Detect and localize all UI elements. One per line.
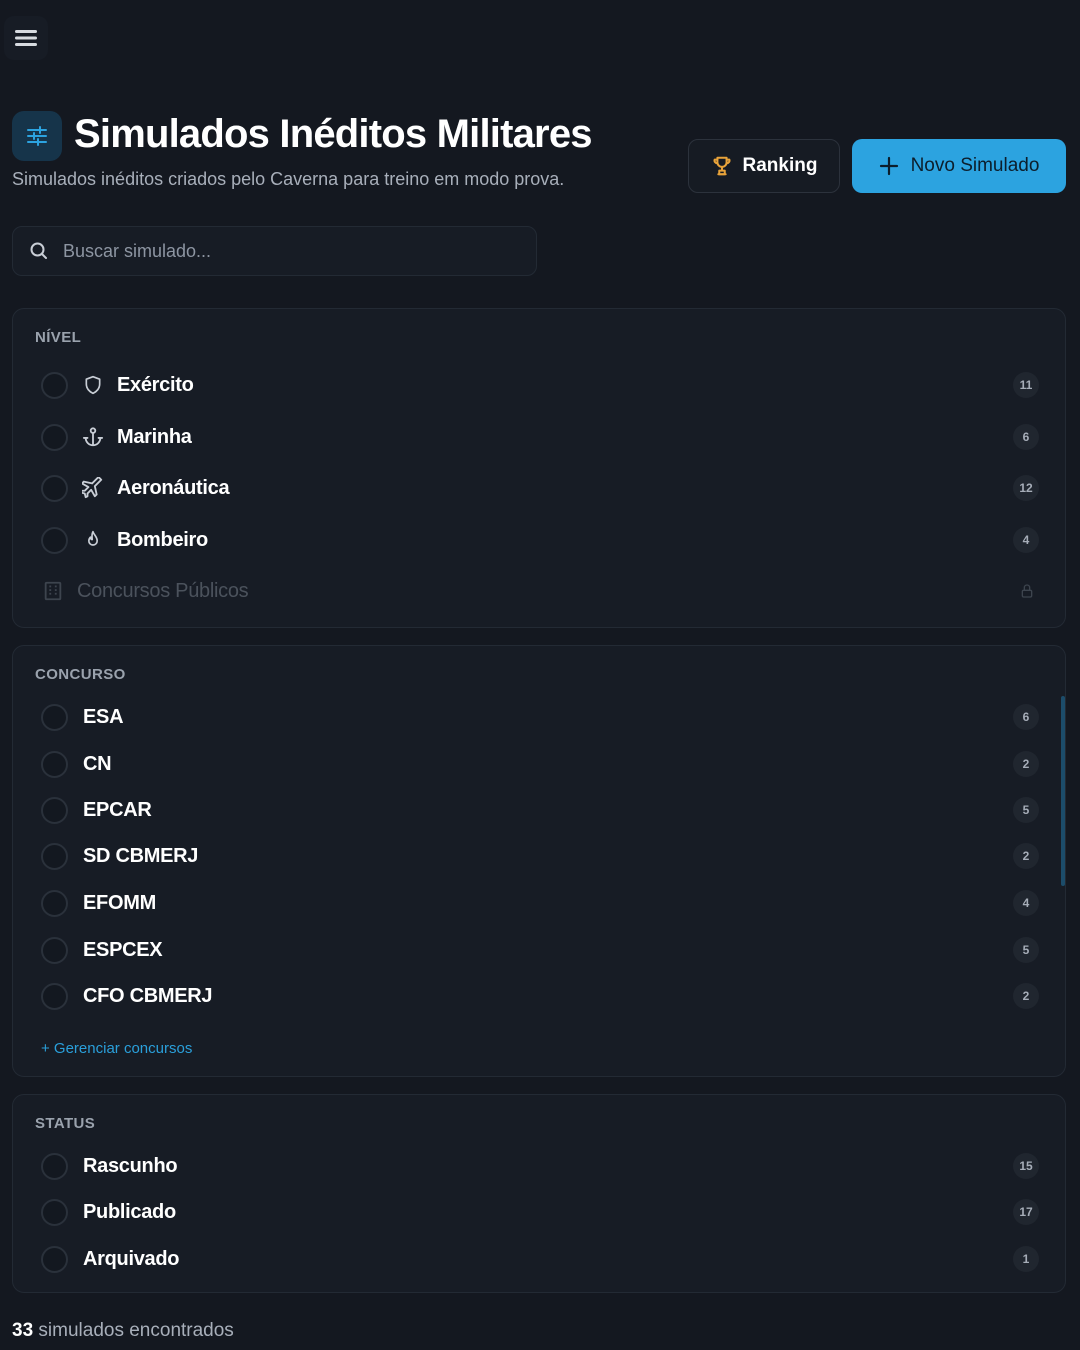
concurso-item[interactable]: EFOMM 4 [13, 883, 1065, 923]
concurso-filter-card: CONCURSO ESA 6 CN 2 EPCAR 5 SD CBMERJ 2 … [12, 645, 1066, 1077]
plane-icon [81, 476, 105, 500]
results-summary: 33 simulados encontrados [12, 1320, 234, 1342]
page-subtitle: Simulados inéditos criados pelo Caverna … [12, 169, 565, 189]
count-badge: 1 [1013, 1246, 1039, 1272]
concurso-item[interactable]: CFO CBMERJ 2 [13, 976, 1065, 1016]
count-badge: 6 [1013, 424, 1039, 450]
count-badge: 12 [1013, 475, 1039, 501]
manage-concursos-link[interactable]: + Gerenciar concursos [41, 1040, 192, 1057]
count-badge: 15 [1013, 1153, 1039, 1179]
count-badge: 6 [1013, 704, 1039, 730]
radio[interactable] [41, 526, 68, 554]
concurso-item[interactable]: ESA 6 [13, 697, 1065, 737]
status-item[interactable]: Publicado 17 [13, 1192, 1065, 1232]
radio[interactable] [41, 889, 68, 917]
radio[interactable] [41, 936, 68, 964]
radio[interactable] [41, 842, 68, 870]
concurso-item[interactable]: EPCAR 5 [13, 790, 1065, 830]
flame-icon [81, 528, 105, 552]
concurso-item-label: EFOMM [83, 891, 156, 914]
count-badge: 2 [1013, 983, 1039, 1009]
new-simulado-button[interactable]: Novo Simulado [852, 139, 1066, 193]
concurso-item-label: EPCAR [83, 798, 152, 821]
building-icon [41, 579, 65, 603]
nivel-item-aeronautica[interactable]: Aeronáutica 12 [13, 468, 1065, 508]
concurso-item-label: ESA [83, 705, 124, 728]
radio[interactable] [41, 1198, 68, 1226]
count-badge: 5 [1013, 937, 1039, 963]
radio[interactable] [41, 796, 68, 824]
radio[interactable] [41, 703, 68, 731]
status-filter-card: STATUS Rascunho 15 Publicado 17 Arquivad… [12, 1094, 1066, 1293]
count-badge: 17 [1013, 1199, 1039, 1225]
menu-button[interactable] [4, 16, 48, 60]
concurso-item-label: CFO CBMERJ [83, 984, 213, 1007]
status-item[interactable]: Rascunho 15 [13, 1146, 1065, 1186]
plus-icon [879, 156, 898, 176]
shield-icon [81, 373, 105, 397]
ranking-button[interactable]: Ranking [688, 139, 840, 193]
nivel-item-bombeiro[interactable]: Bombeiro 4 [13, 520, 1065, 560]
trophy-icon [713, 156, 730, 176]
concurso-item[interactable]: CN 2 [13, 744, 1065, 784]
search-input[interactable] [63, 240, 503, 262]
ranking-label: Ranking [742, 155, 818, 176]
concurso-item[interactable]: ESPCEX 5 [13, 930, 1065, 970]
nivel-item-marinha[interactable]: Marinha 6 [13, 417, 1065, 457]
count-badge: 2 [1013, 843, 1039, 869]
menu-icon [15, 30, 37, 46]
concurso-item-label: CN [83, 752, 112, 775]
radio[interactable] [41, 1152, 68, 1180]
count-badge: 5 [1013, 797, 1039, 823]
nivel-item-label: Bombeiro [117, 528, 208, 551]
status-item-label: Rascunho [83, 1154, 178, 1177]
concurso-label: CONCURSO [35, 666, 126, 683]
nivel-item-label: Concursos Públicos [77, 579, 249, 602]
nivel-item-label: Marinha [117, 425, 192, 448]
nivel-filter-card: NÍVEL Exército 11 Marinha 6 Aeronáutica … [12, 308, 1066, 628]
nivel-item-exercito[interactable]: Exército 11 [13, 365, 1065, 405]
filters-icon [12, 111, 62, 161]
radio[interactable] [41, 371, 68, 399]
radio[interactable] [41, 1245, 68, 1273]
radio[interactable] [41, 750, 68, 778]
count-badge: 11 [1013, 372, 1039, 398]
search-icon [30, 242, 47, 259]
nivel-item-concursos-publicos: Concursos Públicos [13, 571, 1065, 611]
radio[interactable] [41, 982, 68, 1010]
status-item-label: Arquivado [83, 1247, 180, 1270]
radio[interactable] [41, 474, 68, 502]
concurso-item-label: ESPCEX [83, 938, 163, 961]
new-simulado-label: Novo Simulado [910, 155, 1040, 176]
nivel-item-label: Exército [117, 373, 194, 396]
anchor-icon [81, 425, 105, 449]
count-badge: 4 [1013, 527, 1039, 553]
concurso-item-label: SD CBMERJ [83, 844, 199, 867]
status-item[interactable]: Arquivado 1 [13, 1239, 1065, 1279]
lock-icon [1019, 583, 1035, 599]
concurso-item[interactable]: SD CBMERJ 2 [13, 836, 1065, 876]
count-badge: 2 [1013, 751, 1039, 777]
results-text: simulados encontrados [38, 1320, 234, 1341]
count-badge: 4 [1013, 890, 1039, 916]
results-count: 33 [12, 1320, 34, 1341]
nivel-label: NÍVEL [35, 329, 82, 346]
status-item-label: Publicado [83, 1200, 176, 1223]
nivel-item-label: Aeronáutica [117, 476, 230, 499]
page-title: Simulados Inéditos Militares [74, 112, 593, 156]
status-label: STATUS [35, 1115, 96, 1132]
radio[interactable] [41, 423, 68, 451]
search-box[interactable] [12, 226, 537, 276]
